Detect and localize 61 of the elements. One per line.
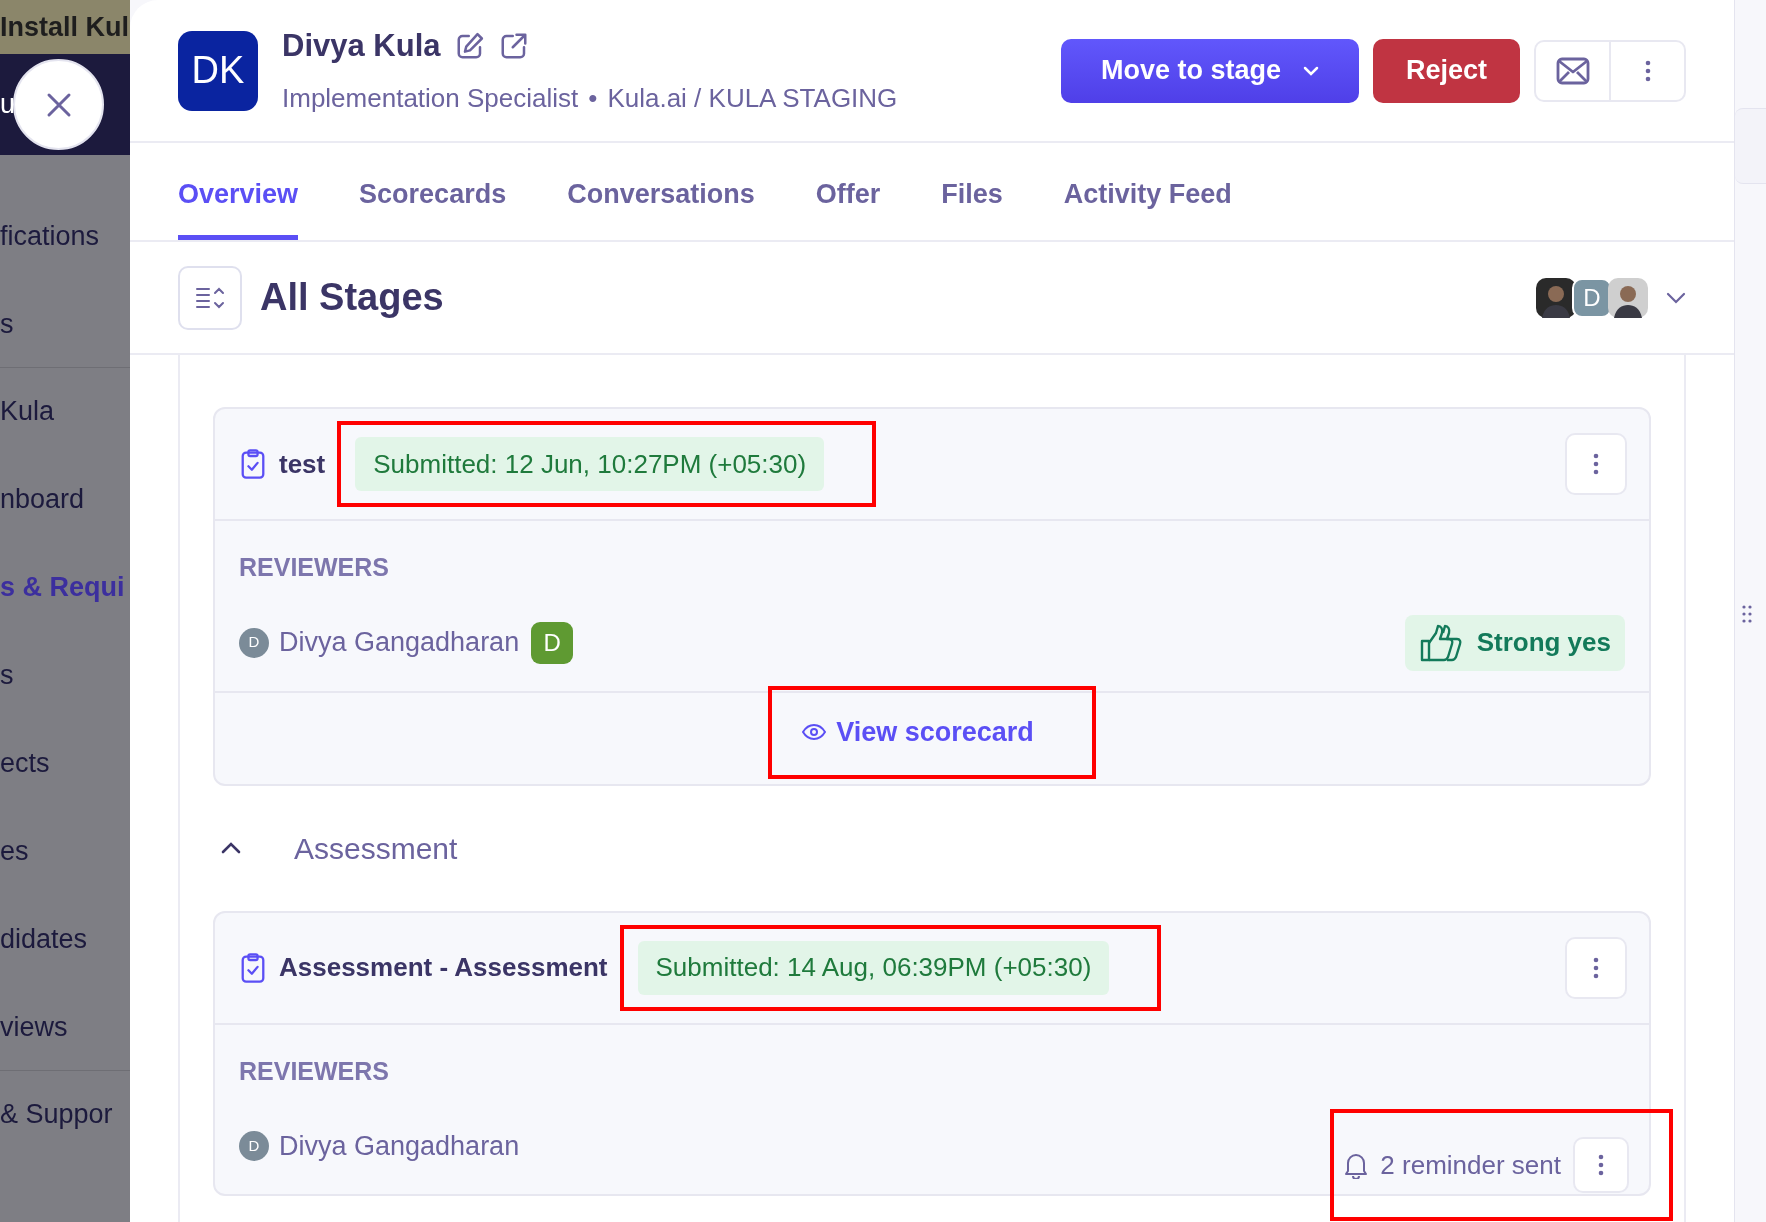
envelope-icon: [1555, 56, 1590, 85]
close-icon: [45, 91, 72, 118]
chevron-down-icon: [1303, 65, 1319, 76]
sidebar-item[interactable]: & Suppor: [0, 1093, 113, 1135]
avatar-icon: [1536, 277, 1576, 318]
banner-text: Install Kul: [0, 10, 129, 44]
candidate-avatar: DK: [178, 30, 258, 111]
sidebar-item[interactable]: didates: [0, 918, 88, 960]
tab[interactable]: Offer: [815, 143, 881, 240]
sidebar-item[interactable]: fications: [0, 215, 100, 257]
reviewer-initial: D: [239, 627, 269, 658]
clipboard-check-icon: [239, 448, 267, 480]
reviewer-badge: D: [531, 621, 574, 664]
company-name: Kula.ai / KULA STAGING: [607, 82, 898, 116]
tab[interactable]: Conversations: [567, 143, 755, 240]
reviewer-name: Divya Gangadharan: [279, 626, 520, 660]
stage-sort-button[interactable]: [178, 265, 242, 330]
view-scorecard-link[interactable]: View scorecard: [802, 711, 1034, 753]
candidate-name: Divya Kula: [282, 26, 441, 65]
chevron-up-icon[interactable]: [221, 842, 241, 854]
separator-dot: •: [588, 82, 598, 116]
verdict-text: Strong yes: [1476, 626, 1611, 659]
sidebar-item[interactable]: ects: [0, 742, 50, 784]
avatar-initial: D: [1572, 277, 1612, 318]
tab[interactable]: Files: [941, 143, 1003, 240]
scorecard-title: test: [279, 447, 326, 481]
tab[interactable]: Activity Feed: [1063, 143, 1232, 240]
reminder-text: 2 reminder sent: [1380, 1148, 1561, 1182]
kebab-icon: [1644, 58, 1651, 83]
sidebar-item[interactable]: Kula: [0, 390, 55, 432]
eye-icon: [802, 723, 827, 741]
reviewers-label: REVIEWERS: [239, 552, 391, 583]
kebab-icon: [1593, 452, 1599, 476]
submitted-badge: Submitted: 14 Aug, 06:39PM (+05:30): [637, 940, 1110, 995]
reviewer-initial: D: [239, 1131, 269, 1161]
kebab-icon: [1593, 955, 1599, 980]
reviewers-label: REVIEWERS: [239, 1055, 391, 1087]
drag-handle-icon[interactable]: [1741, 604, 1753, 624]
submitted-badge: Submitted: 12 Jun, 10:27PM (+05:30): [355, 437, 825, 491]
clipboard-check-icon: [239, 951, 267, 984]
kebab-icon: [1598, 1153, 1604, 1177]
tab[interactable]: Overview: [178, 143, 299, 240]
sidebar-text: u: [0, 88, 16, 122]
candidate-role: Implementation Specialist: [282, 82, 579, 116]
sidebar-item[interactable]: nboard: [0, 478, 85, 520]
scorecard-title: Assessment - Assessment: [279, 951, 608, 984]
thumbs-up-icon: [1418, 622, 1465, 663]
stage-heading: Assessment: [294, 830, 458, 867]
chevron-down-icon[interactable]: [1666, 291, 1686, 304]
avatar-icon: [1608, 277, 1648, 318]
reject-button[interactable]: Reject: [1373, 38, 1520, 103]
tab[interactable]: Scorecards: [359, 143, 507, 240]
sidebar-item[interactable]: s: [0, 303, 14, 345]
sidebar-item[interactable]: views: [0, 1006, 68, 1048]
move-to-stage-button[interactable]: Move to stage: [1061, 38, 1359, 103]
sidebar-item[interactable]: s: [0, 654, 14, 696]
sidebar-item[interactable]: s & Requi: [0, 566, 125, 608]
page-title: All Stages: [260, 275, 444, 320]
sidebar-item[interactable]: es: [0, 830, 29, 872]
reviewer-name: Divya Gangadharan: [279, 1129, 520, 1163]
bell-icon: [1344, 1151, 1369, 1179]
